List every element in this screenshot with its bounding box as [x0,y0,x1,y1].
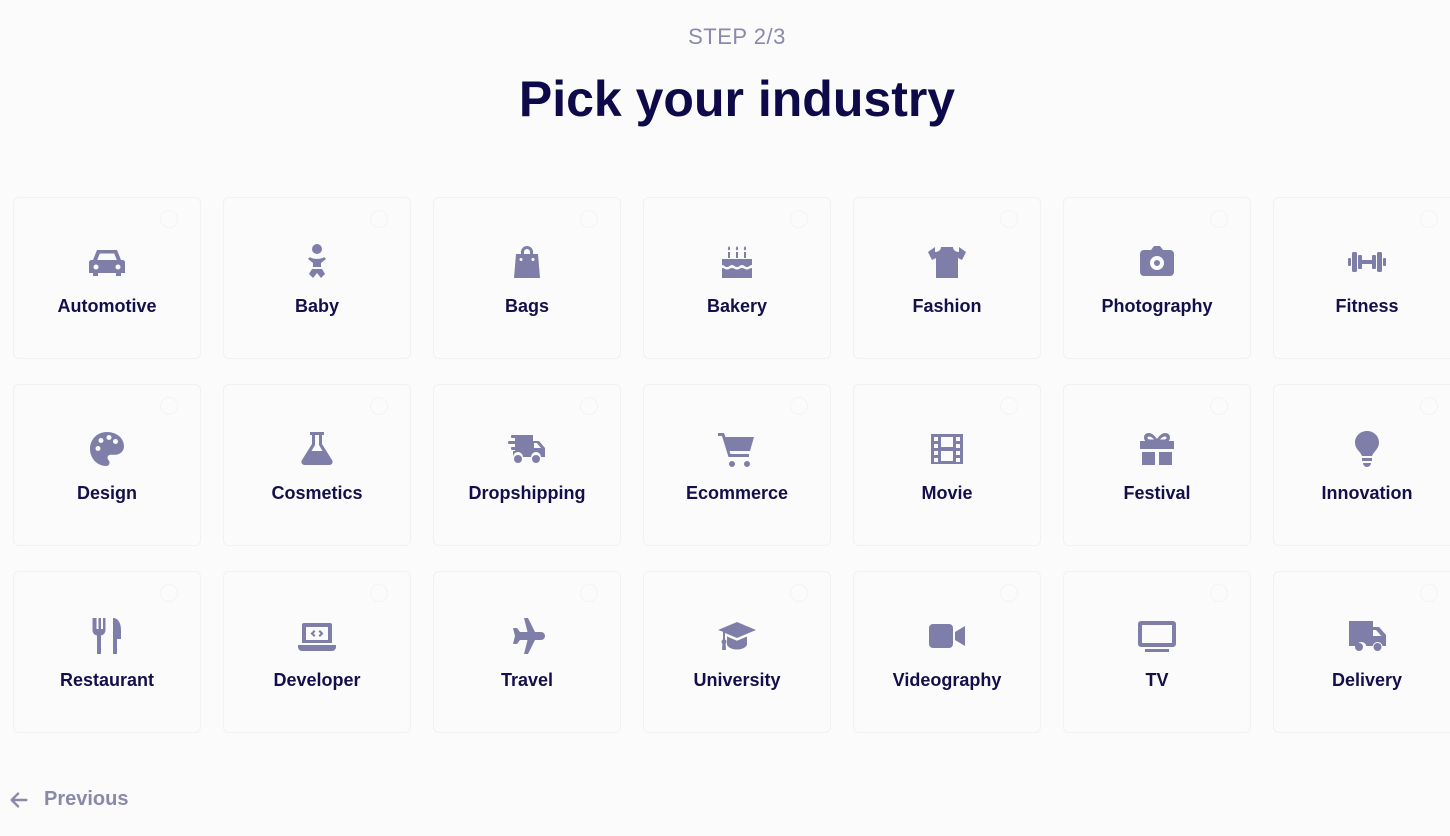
industry-card-design[interactable]: Design [13,384,201,546]
video-camera-icon [927,616,967,656]
tv-icon [1137,616,1177,656]
industry-card-bags[interactable]: Bags [433,197,621,359]
industry-label: Festival [1123,483,1191,503]
industry-label: Fitness [1335,296,1399,316]
selection-indicator [790,584,808,602]
baby-icon [297,242,337,282]
industry-label: Developer [273,670,361,690]
laptop-code-icon [297,616,337,656]
industry-label: Fashion [912,296,982,316]
industry-label: Design [76,483,137,503]
industry-card-delivery[interactable]: Delivery [1273,571,1450,733]
selection-indicator [580,397,598,415]
graduation-cap-icon [717,616,757,656]
industry-card-fitness[interactable]: Fitness [1273,197,1450,359]
industry-label: Ecommerce [685,483,789,503]
industry-label: Photography [1101,296,1213,316]
dumbbell-icon [1347,242,1387,282]
previous-label: Previous [44,788,129,810]
industry-card-festival[interactable]: Festival [1063,384,1251,546]
industry-label: University [693,670,781,690]
industry-label: Bakery [706,296,768,316]
selection-indicator [1420,397,1438,415]
utensils-icon [87,616,127,656]
truck-icon [1347,616,1387,656]
shopping-cart-icon [717,429,757,469]
car-icon [87,242,127,282]
industry-card-automotive[interactable]: Automotive [13,197,201,359]
page-title: Pick your industry [518,71,956,127]
industry-card-developer[interactable]: Developer [223,571,411,733]
industry-card-bakery[interactable]: Bakery [643,197,831,359]
shopping-bag-icon [507,242,547,282]
industry-card-fashion[interactable]: Fashion [853,197,1041,359]
industry-label: Cosmetics [271,483,363,503]
selection-indicator [160,584,178,602]
camera-icon [1137,242,1177,282]
industry-label: Automotive [57,296,157,316]
industry-label: Delivery [1331,670,1403,690]
industry-label: Movie [921,483,973,503]
selection-indicator [1210,584,1228,602]
selection-indicator [370,584,388,602]
selection-indicator [160,210,178,228]
industry-card-ecommerce[interactable]: Ecommerce [643,384,831,546]
selection-indicator [1420,584,1438,602]
step-indicator: STEP 2/3 [688,24,786,49]
selection-indicator [370,210,388,228]
industry-card-baby[interactable]: Baby [223,197,411,359]
industry-label: Baby [294,296,339,316]
previous-button[interactable]: Previous [8,788,128,811]
industry-card-dropshipping[interactable]: Dropshipping [433,384,621,546]
gift-icon [1137,429,1177,469]
industry-label: Travel [500,670,554,690]
film-icon [927,429,967,469]
selection-indicator [790,210,808,228]
industry-card-restaurant[interactable]: Restaurant [13,571,201,733]
industry-card-travel[interactable]: Travel [433,571,621,733]
plane-icon [507,616,547,656]
arrow-left-icon [10,791,28,808]
selection-indicator [580,210,598,228]
industry-label: Innovation [1321,483,1413,503]
industry-card-movie[interactable]: Movie [853,384,1041,546]
selection-indicator [790,397,808,415]
selection-indicator [1210,397,1228,415]
industry-label: Restaurant [59,670,155,690]
selection-indicator [1000,584,1018,602]
industry-card-innovation[interactable]: Innovation [1273,384,1450,546]
industry-label: Dropshipping [468,483,586,503]
selection-indicator [160,397,178,415]
industry-card-university[interactable]: University [643,571,831,733]
palette-icon [87,429,127,469]
selection-indicator [1000,397,1018,415]
industry-card-photography[interactable]: Photography [1063,197,1251,359]
industry-card-videography[interactable]: Videography [853,571,1041,733]
industry-card-tv[interactable]: TV [1063,571,1251,733]
selection-indicator [1210,210,1228,228]
industry-card-cosmetics[interactable]: Cosmetics [223,384,411,546]
shipping-fast-icon [507,429,547,469]
industry-label: TV [1145,670,1169,690]
industry-grid: Automotive Baby Bags Bakery Fashion Photograp… [13,197,1450,733]
selection-indicator [1420,210,1438,228]
flask-icon [297,429,337,469]
lightbulb-icon [1347,429,1387,469]
industry-picker-page: STEP 2/3 Pick your industry Automotive Ba… [0,0,1450,836]
selection-indicator [370,397,388,415]
birthday-cake-icon [717,242,757,282]
selection-indicator [580,584,598,602]
industry-label: Videography [892,670,1002,690]
t-shirt-icon [927,242,967,282]
industry-label: Bags [504,296,549,316]
selection-indicator [1000,210,1018,228]
